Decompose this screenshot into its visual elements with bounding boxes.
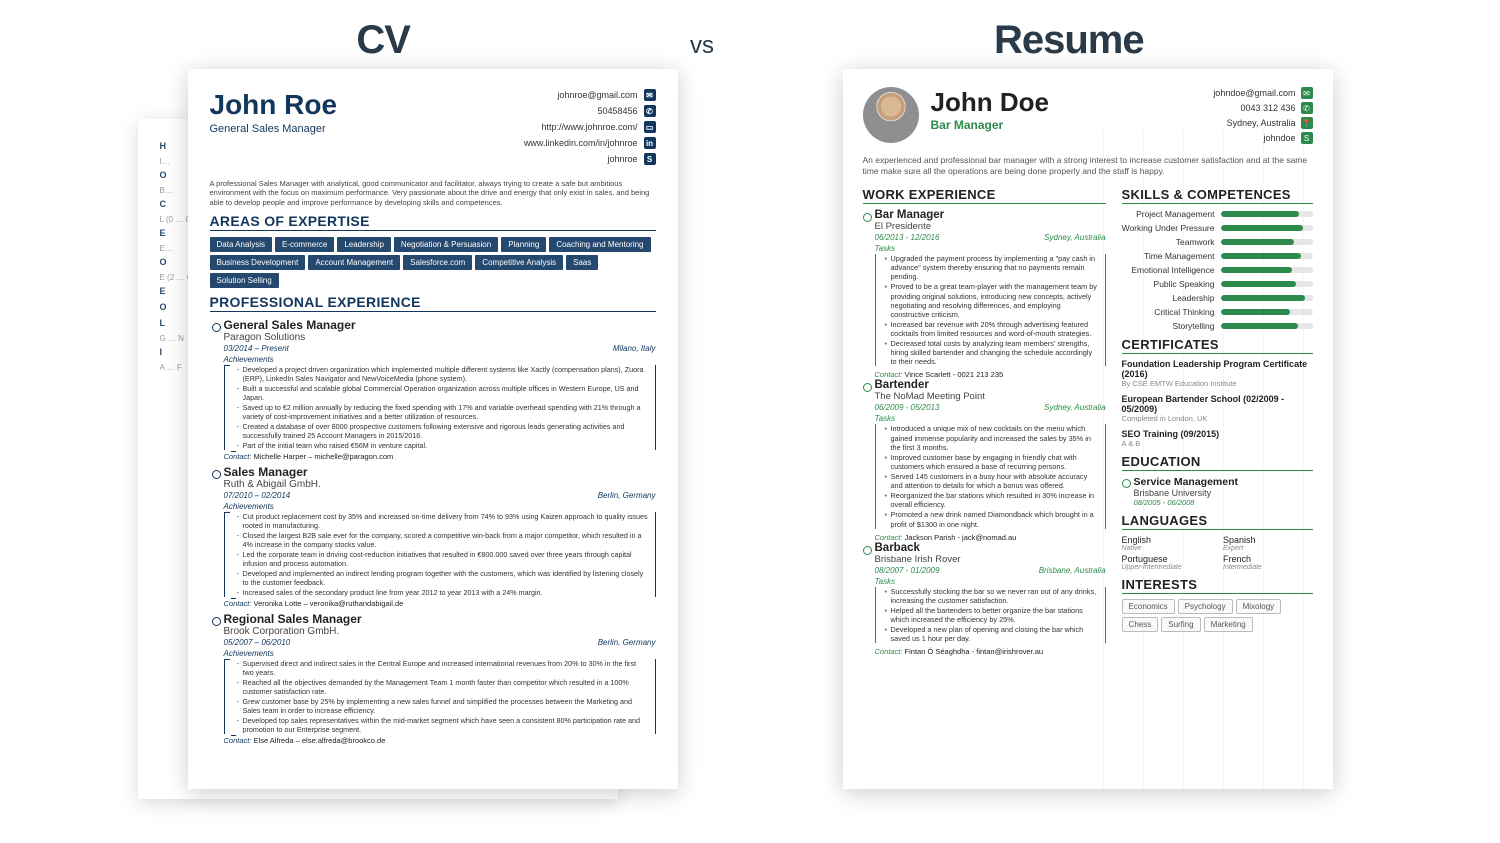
resume-contacts: johndoe@gmail.com✉ 0043 312 436✆ Sydney,… [1213,87,1312,147]
cv-job-contact: Contact: Michelle Harper – michelle@para… [210,452,656,461]
language-item: FrenchIntermediate [1223,554,1312,571]
language-item: SpanishExpert [1223,535,1312,552]
interest-tag: Surfing [1161,617,1200,632]
cv-exp-heading: PROFESSIONAL EXPERIENCE [210,294,656,312]
resume-summary: An experienced and professional bar mana… [863,155,1313,177]
resume-job-title: Bar Manager [931,118,1049,132]
resume-page: John Doe Bar Manager johndoe@gmail.com✉ … [843,69,1333,789]
resume-job-contact: Contact: Vince Scarlett - 0021 213 235 [863,370,1106,379]
expertise-tag: E-commerce [275,237,334,252]
skill-row: Project Management [1122,209,1313,219]
interest-tag: Marketing [1204,617,1253,632]
phone-icon: ✆ [644,105,656,117]
resume-job-contact: Contact: Fintan Ó Séaghdha - fintan@iris… [863,647,1106,656]
phone-icon: ✆ [1301,102,1313,114]
expertise-tag: Negotiation & Persuasion [394,237,498,252]
cert-item: European Bartender School (02/2009 - 05/… [1122,394,1313,423]
resume-name: John Doe [931,87,1049,118]
cv-summary: A professional Sales Manager with analyt… [210,179,656,207]
skill-row: Leadership [1122,293,1313,303]
language-item: PortugueseUpper-Intermediate [1122,554,1211,571]
expertise-tag: Business Development [210,255,306,270]
heading-cv: CV [356,18,410,63]
cv-name: John Roe [210,89,338,121]
language-item: EnglishNative [1122,535,1211,552]
cv-job-contact: Contact: Veronika Lotte – veronika@rutha… [210,599,656,608]
expertise-tag: Salesforce.com [403,255,472,270]
cv-contacts: johnroe@gmail.com✉ 50458456✆ http://www.… [524,89,656,169]
cv-front-page: John Roe General Sales Manager johnroe@g… [188,69,678,789]
resume-edu-heading: EDUCATION [1122,454,1313,471]
cv-expertise-tags: Data AnalysisE-commerceLeadershipNegotia… [210,237,656,288]
resume-work-heading: WORK EXPERIENCE [863,187,1106,204]
expertise-tag: Solution Selling [210,273,279,288]
cv-job-title: General Sales Manager [210,123,338,135]
skill-row: Emotional Intelligence [1122,265,1313,275]
expertise-tag: Competitive Analysis [475,255,563,270]
heading-resume: Resume [994,18,1144,63]
skill-row: Public Speaking [1122,279,1313,289]
edu-item: Service Management Brisbane University 0… [1122,476,1313,507]
mail-icon: ✉ [644,89,656,101]
cert-item: SEO Training (09/2015)A & B [1122,429,1313,448]
resume-cert-heading: CERTIFICATES [1122,337,1313,354]
mail-icon: ✉ [1301,87,1313,99]
interest-tag: Mixology [1236,599,1282,614]
resume-job-contact: Contact: Jackson Parish - jack@nomad.au [863,533,1106,542]
linkedin-icon: in [644,137,656,149]
resume-job: Bartender The NoMad Meeting Point 06/200… [863,379,1106,528]
cv-document-stack: HI… OB… CL (0 … Or EE… OE (2 … G EO LG …… [168,69,673,799]
resume-job: Bar Manager El Presidente 06/2013 - 12/2… [863,209,1106,366]
resume-lang-heading: LANGUAGES [1122,513,1313,530]
web-icon: ▭ [644,121,656,133]
expertise-tag: Planning [501,237,546,252]
interest-tag: Psychology [1178,599,1233,614]
interest-tag: Economics [1122,599,1175,614]
location-icon: 📍 [1301,117,1313,129]
skill-row: Teamwork [1122,237,1313,247]
resume-skills-heading: SKILLS & COMPETENCES [1122,187,1313,204]
heading-vs: vs [690,32,714,60]
skill-row: Critical Thinking [1122,307,1313,317]
avatar [863,87,919,143]
cv-job-contact: Contact: Else Alfreda – else.alfreda@bro… [210,736,656,745]
cv-job: Sales Manager Ruth & Abigail GmbH. 07/20… [210,465,656,597]
expertise-tag: Account Management [308,255,400,270]
expertise-tag: Leadership [337,237,391,252]
skype-icon: S [1301,132,1313,144]
expertise-tag: Coaching and Mentoring [549,237,650,252]
resume-job: Barback Brisbane Irish Rover 08/2007 - 0… [863,542,1106,644]
cv-areas-heading: AREAS OF EXPERTISE [210,213,656,231]
interest-tag: Chess [1122,617,1159,632]
expertise-tag: Saas [566,255,598,270]
skype-icon: S [644,153,656,165]
skill-row: Storytelling [1122,321,1313,331]
cv-job: General Sales Manager Paragon Solutions … [210,318,656,450]
skill-row: Time Management [1122,251,1313,261]
skill-row: Working Under Pressure [1122,223,1313,233]
comparison-header: CV vs Resume [0,0,1500,63]
cert-item: Foundation Leadership Program Certificat… [1122,359,1313,388]
cv-job: Regional Sales Manager Brook Corporation… [210,612,656,734]
resume-int-heading: INTERESTS [1122,577,1313,594]
expertise-tag: Data Analysis [210,237,272,252]
